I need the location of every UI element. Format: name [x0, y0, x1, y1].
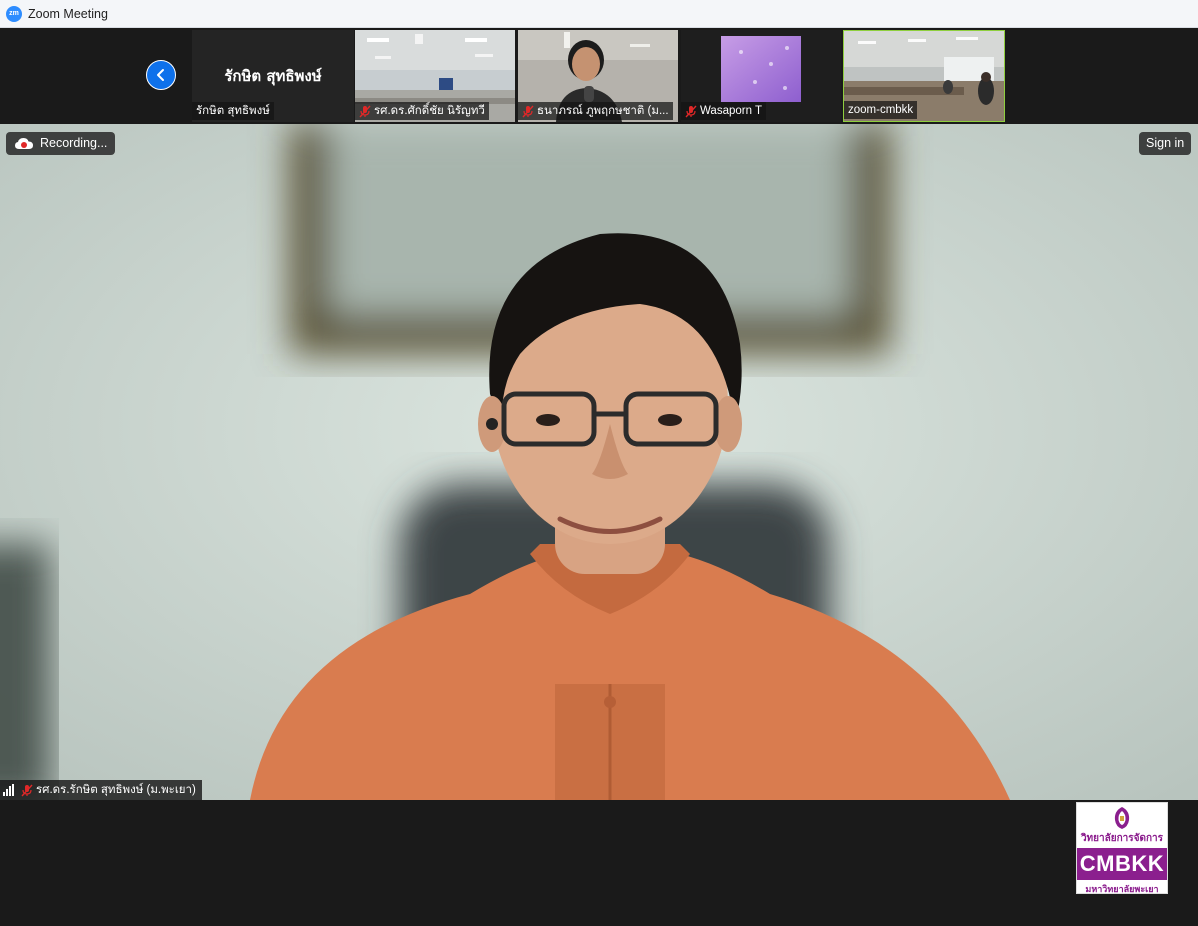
participant-name-label: รศ.ดร.ศักดิ์ชัย นิรัญทวี	[355, 102, 489, 120]
speaker-video	[0, 124, 1198, 800]
participant-tile-active-speaker[interactable]: รักษิต สุทธิพงษ์ รักษิต สุทธิพงษ์	[192, 30, 354, 122]
participant-name-label: Wasaporn T	[681, 102, 766, 120]
participant-name-label: รักษิต สุทธิพงษ์	[192, 102, 274, 120]
participant-tile-4[interactable]: zoom-cmbkk	[843, 30, 1005, 122]
bottom-bar	[0, 800, 1198, 926]
zoom-logo-icon: zm	[6, 5, 22, 22]
window-title: Zoom Meeting	[28, 6, 108, 21]
sign-in-button[interactable]: Sign in	[1139, 132, 1192, 155]
participant-name-label: ธนาภรณ์ ภูพฤกษชาติ (ม...	[518, 102, 673, 120]
participant-tile-3[interactable]: Wasaporn T	[681, 30, 841, 122]
cloud-recording-icon	[15, 138, 33, 149]
participant-tile-2[interactable]: ธนาภรณ์ ภูพฤกษชาติ (ม...	[518, 30, 678, 122]
signal-strength-icon	[3, 784, 15, 796]
microphone-muted-icon	[21, 784, 33, 797]
window-title-bar: zm Zoom Meeting	[0, 0, 1198, 28]
microphone-muted-icon	[685, 105, 697, 118]
active-speaker-name-label: รศ.ดร.รักษิต สุทธิพงษ์ (ม.พะเยา)	[0, 780, 202, 800]
university-crest-icon	[1114, 807, 1130, 829]
participant-name-label: zoom-cmbkk	[844, 101, 918, 119]
recording-indicator[interactable]: Recording...	[6, 132, 116, 155]
participant-avatar	[721, 36, 801, 102]
participant-tile-1[interactable]: รศ.ดร.ศักดิ์ชัย นิรัญทวี	[355, 30, 515, 122]
cmbkk-logo: วิทยาลัยการจัดการ CMBKK มหาวิทยาลัยพะเยา	[1076, 802, 1168, 894]
main-video: Recording... Sign in รศ.ดร.รักษิต สุทธิพ…	[0, 124, 1198, 800]
chevron-left-icon	[157, 69, 164, 81]
participant-display-name: รักษิต สุทธิพงษ์	[224, 67, 322, 85]
participant-strip: รักษิต สุทธิพงษ์ รักษิต สุทธิพงษ์ รศ.ดร.…	[0, 28, 1198, 124]
previous-page-button[interactable]	[146, 60, 176, 90]
microphone-muted-icon	[522, 105, 534, 118]
microphone-muted-icon	[359, 105, 371, 118]
